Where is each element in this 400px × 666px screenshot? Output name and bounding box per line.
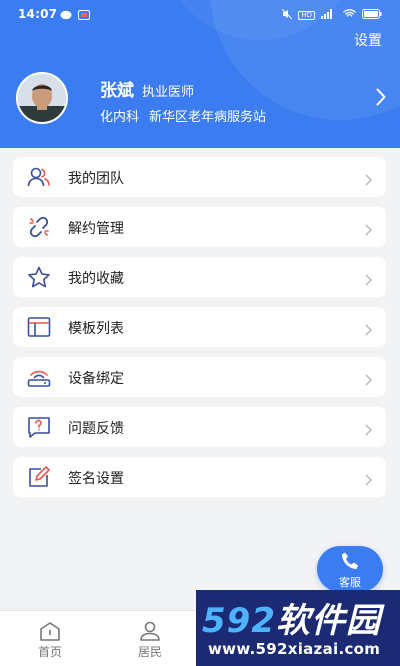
nav-residents-label: 居民 xyxy=(137,645,162,659)
watermark-brand: 592软件园 xyxy=(202,601,381,641)
chevron-right-icon xyxy=(365,221,372,240)
nav-residents[interactable]: 居民 xyxy=(120,611,180,666)
menu-item-feedback[interactable]: 问题反馈 xyxy=(13,407,386,447)
wifi-icon xyxy=(343,8,356,22)
doctor-title: 执业医师 xyxy=(142,85,195,100)
system-icons: HD xyxy=(281,8,382,22)
router-icon xyxy=(27,366,51,388)
resident-icon xyxy=(138,621,162,645)
notification-icons xyxy=(60,9,90,23)
doctor-name-line: 张斌 执业医师 xyxy=(100,76,194,101)
menu-item-signature-settings[interactable]: 签名设置 xyxy=(13,457,386,497)
avatar xyxy=(16,72,68,124)
menu-item-template-list[interactable]: 模板列表 xyxy=(13,307,386,347)
organization: 新华区老年病服务站 xyxy=(149,110,267,125)
customer-service-label: 客服 xyxy=(339,576,361,589)
menu-list: 我的团队 解约管理 我的收藏 模板列表 设备绑定 问题反馈 签名设置 xyxy=(13,157,386,507)
chat-icon xyxy=(60,9,72,23)
signal-icon xyxy=(321,8,337,22)
menu-item-label: 我的收藏 xyxy=(68,271,124,287)
menu-item-label: 解约管理 xyxy=(68,221,124,237)
chevron-right-icon xyxy=(365,321,372,340)
profile-card[interactable]: 张斌 执业医师 化内科 新华区老年病服务站 xyxy=(16,70,386,126)
department: 化内科 xyxy=(100,110,140,125)
profile-header: 14:07 HD 设置 张斌 执业医师 化内科 新华区老年病服务站 xyxy=(0,0,400,148)
battery-icon xyxy=(362,8,382,22)
nav-home-label: 首页 xyxy=(37,645,62,659)
hd-icon: HD xyxy=(298,10,315,20)
chevron-right-icon xyxy=(376,88,386,110)
doctor-name: 张斌 xyxy=(100,81,134,101)
app-notification-icon xyxy=(78,9,90,23)
chevron-right-icon xyxy=(365,421,372,440)
unlink-icon xyxy=(27,216,51,238)
watermark-url: www.592xiazai.com xyxy=(208,640,381,658)
status-bar: 14:07 HD xyxy=(0,0,400,28)
menu-item-label: 问题反馈 xyxy=(68,421,124,437)
menu-item-label: 模板列表 xyxy=(68,321,124,337)
status-time: 14:07 xyxy=(18,7,58,21)
menu-item-label: 我的团队 xyxy=(68,171,124,187)
menu-item-termination[interactable]: 解约管理 xyxy=(13,207,386,247)
nav-home[interactable]: 首页 xyxy=(20,611,80,666)
watermark-logo: 592软件园 www.592xiazai.com xyxy=(196,590,400,666)
menu-item-favorites[interactable]: 我的收藏 xyxy=(13,257,386,297)
menu-item-label: 设备绑定 xyxy=(68,371,124,387)
mute-icon xyxy=(281,8,293,22)
customer-service-button[interactable]: 客服 xyxy=(317,546,383,592)
menu-item-label: 签名设置 xyxy=(68,471,124,487)
menu-item-device-binding[interactable]: 设备绑定 xyxy=(13,357,386,397)
chevron-right-icon xyxy=(365,371,372,390)
star-icon xyxy=(27,266,51,288)
template-icon xyxy=(27,316,51,338)
chevron-right-icon xyxy=(365,471,372,490)
chevron-right-icon xyxy=(365,171,372,190)
home-icon xyxy=(38,621,62,645)
menu-item-my-team[interactable]: 我的团队 xyxy=(13,157,386,197)
team-icon xyxy=(27,166,51,188)
settings-button[interactable]: 设置 xyxy=(354,30,382,50)
phone-icon xyxy=(341,551,359,575)
chevron-right-icon xyxy=(365,271,372,290)
feedback-icon xyxy=(27,416,51,438)
doctor-organization-line: 化内科 新华区老年病服务站 xyxy=(100,106,266,125)
signature-edit-icon xyxy=(27,466,51,488)
